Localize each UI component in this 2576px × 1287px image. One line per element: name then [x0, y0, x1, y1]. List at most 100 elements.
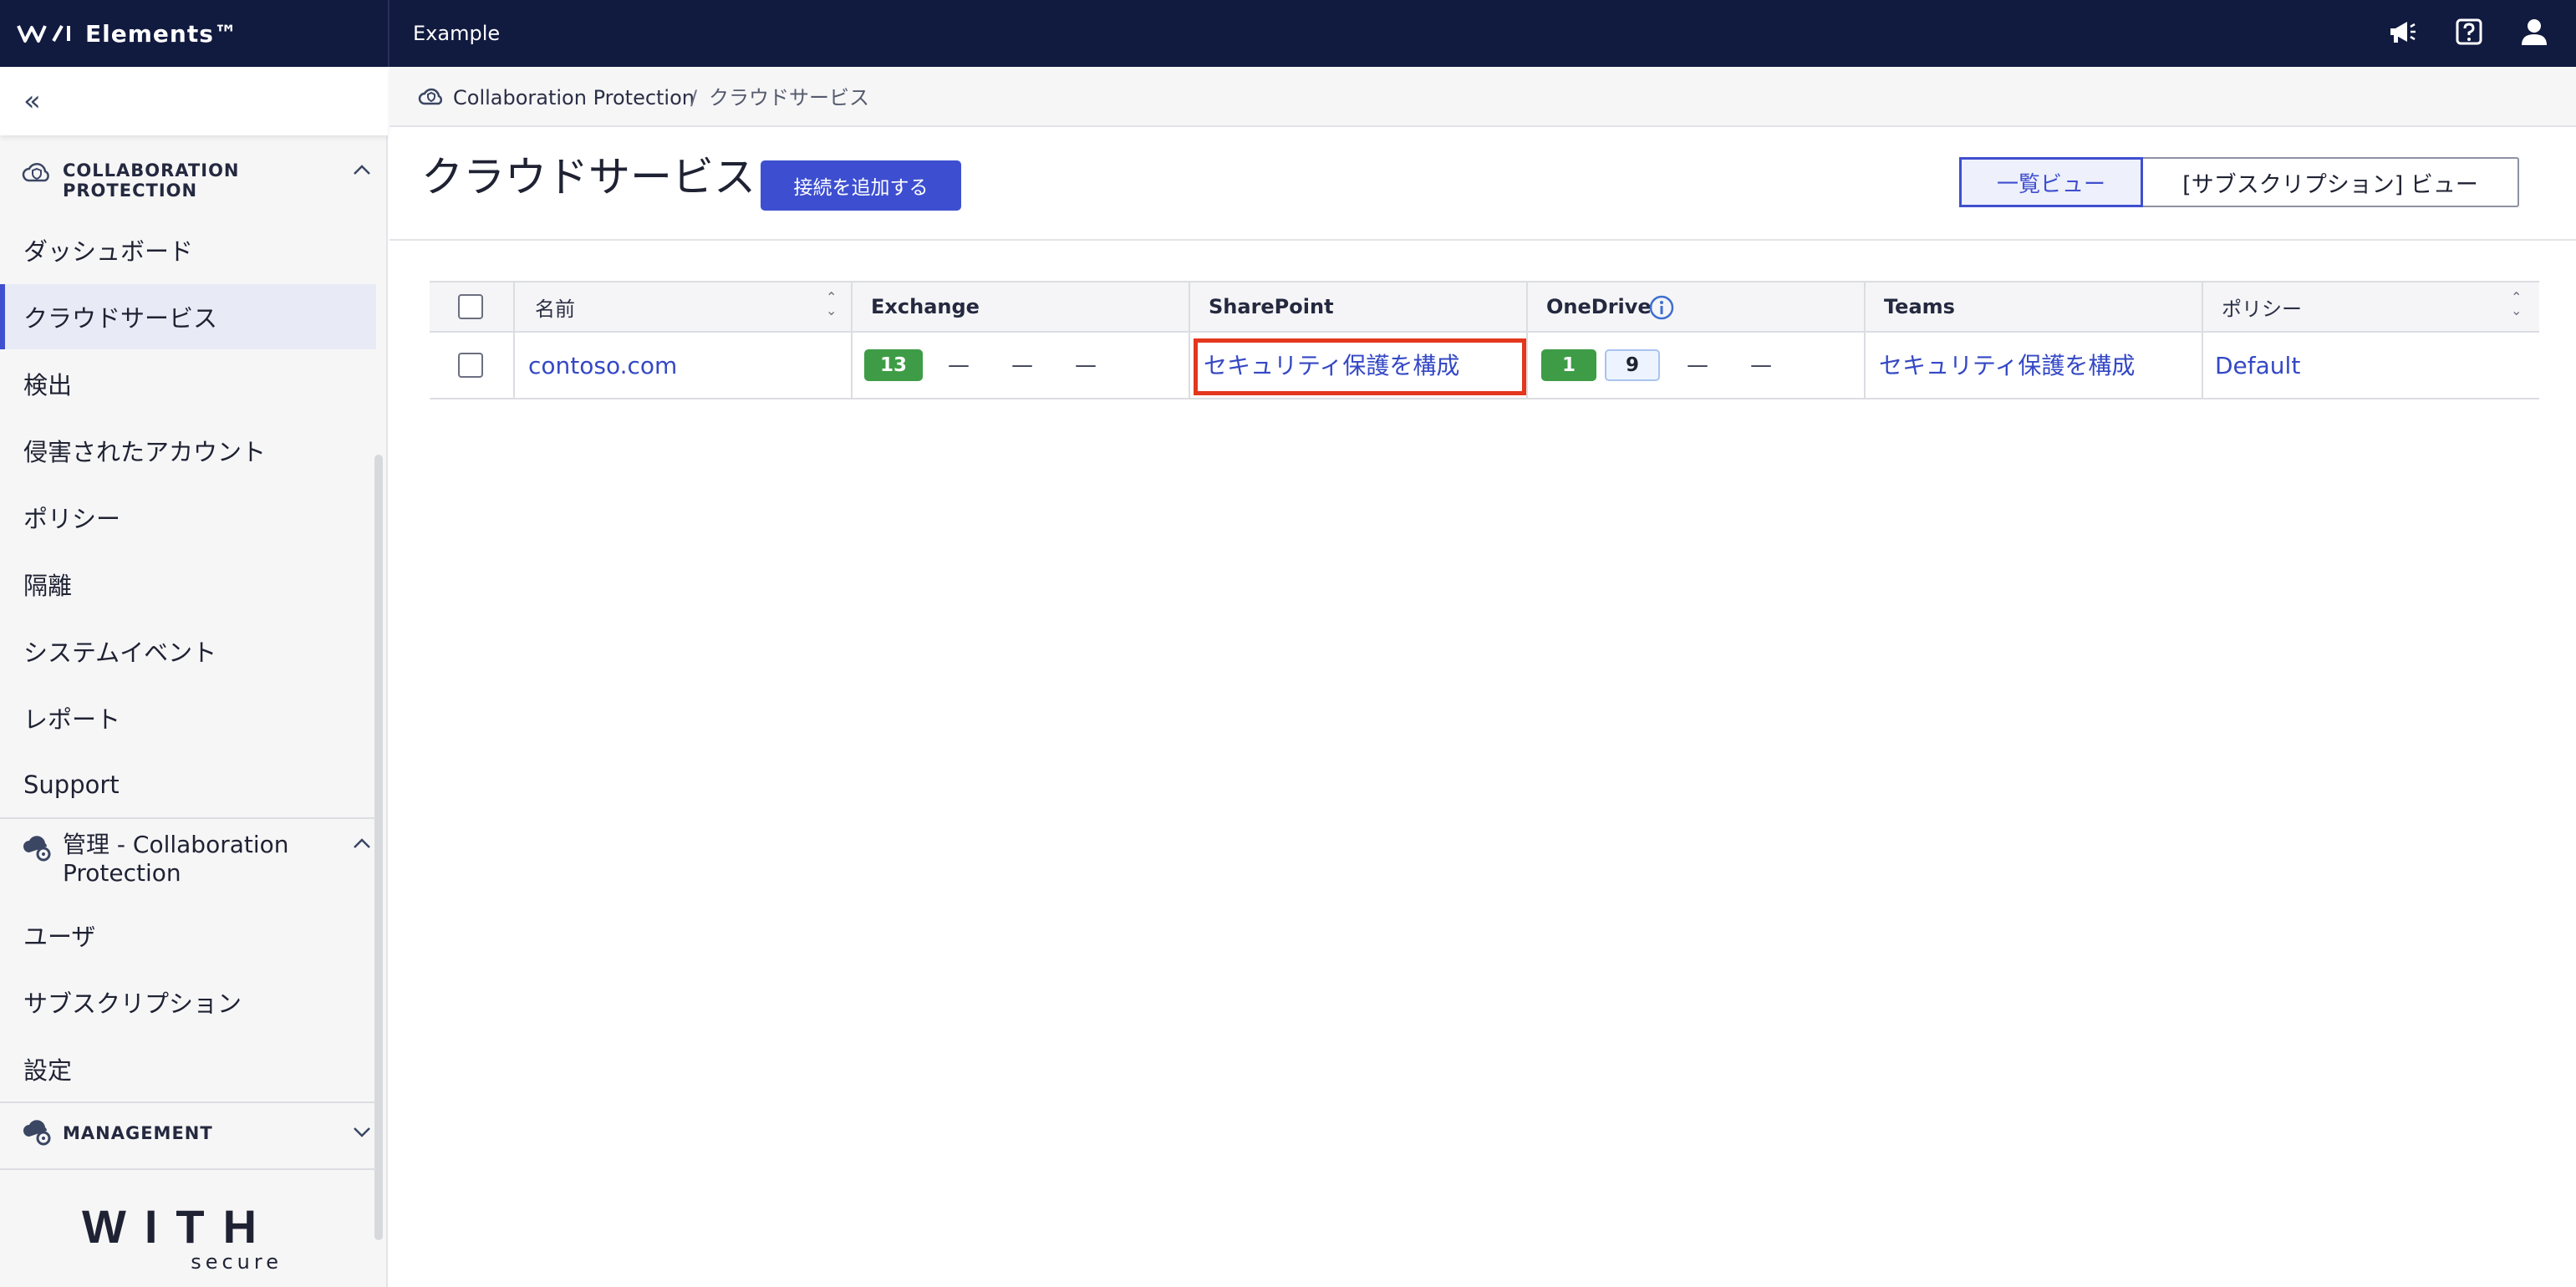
withsecure-mark-icon [17, 25, 70, 43]
sidebar-item-policies[interactable]: ポリシー [0, 485, 376, 550]
help-icon[interactable] [2451, 13, 2487, 50]
table-header: 名前 ⌃ ⌄ Exchange SharePoint OneDrive Teams… [430, 281, 2539, 333]
sidebar-item-label: 侵害されたアカウント [23, 438, 267, 466]
highlight-box [1194, 338, 1526, 395]
select-all-checkbox[interactable] [458, 294, 483, 319]
column-header-onedrive: OneDrive [1546, 295, 1652, 318]
table-row: contoso.com 13 — — — セキュリティ保護を構成 1 9 — —… [430, 333, 2539, 399]
brand[interactable]: Elements™ [17, 15, 238, 52]
page-title: クラウドサービス [421, 153, 756, 201]
column-divider [1526, 333, 1528, 398]
section-title: MANAGEMENT [63, 1123, 213, 1143]
column-divider [1864, 282, 1866, 331]
sidebar-item-label: 検出 [23, 371, 73, 399]
column-divider [513, 333, 515, 398]
row-checkbox[interactable] [458, 353, 483, 378]
subscription-view-button[interactable]: [サブスクリプション] ビュー [2143, 159, 2517, 206]
section-collaboration-protection[interactable]: COLLABORATION PROTECTION [0, 159, 376, 209]
section-admin-collaboration-protection[interactable]: 管理 - Collaboration Protection [0, 829, 376, 891]
sidebar-item-label: システムイベント [23, 638, 217, 667]
policy-link[interactable]: Default [2215, 333, 2300, 399]
section-title-line2: Protection [63, 859, 181, 887]
section-title: 管理 - Collaboration [63, 831, 289, 858]
breadcrumb-current: クラウドサービス [709, 86, 869, 109]
cloud-gear-icon [23, 836, 51, 862]
double-chevron-left-icon[interactable]: « [23, 87, 41, 115]
sidebar-item-settings[interactable]: 設定 [0, 1036, 376, 1101]
info-icon[interactable] [1648, 294, 1675, 321]
sidebar: « COLLABORATION PROTECTION ダッシュボード クラウドサ… [0, 67, 388, 1287]
sidebar-item-label: ユーザ [23, 923, 96, 951]
breadcrumb: Collaboration Protection / クラウドサービス [389, 67, 2576, 127]
column-header-sharepoint: SharePoint [1209, 295, 1334, 318]
column-divider [1189, 333, 1190, 398]
column-header-name[interactable]: 名前 [535, 282, 575, 331]
onedrive-count-badge[interactable]: 9 [1605, 349, 1660, 381]
tenant-name-link[interactable]: contoso.com [528, 333, 677, 399]
sidebar-item-dashboard[interactable]: ダッシュボード [0, 217, 376, 282]
section-management[interactable]: MANAGEMENT [0, 1118, 376, 1160]
title-divider [389, 239, 2576, 241]
column-header-exchange: Exchange [871, 295, 980, 318]
user-icon[interactable] [2516, 13, 2553, 50]
sidebar-item-support[interactable]: Support [0, 752, 376, 817]
column-divider [1864, 333, 1866, 398]
top-bar-divider [388, 0, 389, 67]
section-title-line2: PROTECTION [63, 181, 198, 201]
top-bar: Elements™ Example [0, 0, 2576, 67]
onedrive-empty-value: — [1687, 353, 1708, 378]
sort-icon[interactable]: ⌃ ⌄ [826, 291, 837, 318]
sidebar-item-label: 設定 [23, 1056, 73, 1085]
column-header-policy[interactable]: ポリシー [2222, 282, 2302, 331]
sidebar-item-label: Support [23, 771, 120, 799]
column-divider [1189, 282, 1190, 331]
exchange-empty-value: — [948, 353, 970, 378]
breadcrumb-root-link[interactable]: Collaboration Protection [453, 84, 695, 112]
add-connection-button[interactable]: 接続を追加する [761, 160, 961, 211]
brand-name: Elements™ [85, 19, 238, 48]
list-view-button[interactable]: 一覧ビュー [1959, 157, 2143, 207]
column-divider [2202, 282, 2203, 331]
sort-icon[interactable]: ⌃ ⌄ [2511, 291, 2522, 318]
column-divider [513, 282, 515, 331]
chevron-down-icon[interactable] [353, 1127, 371, 1138]
exchange-count-badge[interactable]: 13 [864, 349, 923, 381]
sidebar-item-system-events[interactable]: システムイベント [0, 618, 376, 684]
cloud-shield-icon [418, 88, 443, 105]
chevron-up-icon[interactable] [353, 164, 371, 176]
sidebar-item-reports[interactable]: レポート [0, 685, 376, 750]
organization-name[interactable]: Example [413, 17, 500, 50]
column-divider [851, 333, 853, 398]
exchange-empty-value: — [1075, 353, 1097, 378]
logo-word: WITH [82, 1200, 276, 1253]
sidebar-item-label: クラウドサービス [23, 304, 218, 333]
sidebar-item-quarantine[interactable]: 隔離 [0, 552, 376, 617]
exchange-empty-value: — [1011, 353, 1033, 378]
sidebar-item-label: ダッシュボード [23, 237, 194, 266]
sidebar-item-subscriptions[interactable]: サブスクリプション [0, 969, 376, 1035]
cloud-shield-icon [22, 163, 49, 182]
onedrive-empty-value: — [1750, 353, 1772, 378]
sidebar-item-label: ポリシー [23, 505, 121, 533]
sidebar-item-users[interactable]: ユーザ [0, 903, 376, 968]
view-toggle: 一覧ビュー [サブスクリプション] ビュー [1959, 157, 2519, 207]
teams-configure-link[interactable]: セキュリティ保護を構成 [1879, 333, 2135, 399]
column-divider [851, 282, 853, 331]
sidebar-collapse-row: « [0, 67, 388, 135]
chevron-up-icon[interactable] [353, 837, 371, 849]
breadcrumb-separator: / [690, 86, 698, 109]
withsecure-logo: WITH secure [82, 1203, 308, 1274]
sidebar-divider [0, 817, 376, 819]
sidebar-item-label: 隔離 [23, 572, 73, 600]
sidebar-item-cloud-services[interactable]: クラウドサービス [0, 284, 376, 349]
sidebar-item-detections[interactable]: 検出 [0, 351, 376, 416]
sidebar-item-label: サブスクリプション [23, 989, 242, 1018]
onedrive-protected-badge[interactable]: 1 [1541, 349, 1596, 381]
logo-sub: secure [191, 1250, 283, 1274]
column-divider [2202, 333, 2203, 398]
sidebar-item-compromised-accounts[interactable]: 侵害されたアカウント [0, 418, 376, 483]
cloud-gear-icon [23, 1120, 51, 1146]
sidebar-divider [0, 1168, 376, 1170]
section-title: COLLABORATION [63, 160, 240, 181]
announcement-icon[interactable] [2384, 13, 2421, 50]
